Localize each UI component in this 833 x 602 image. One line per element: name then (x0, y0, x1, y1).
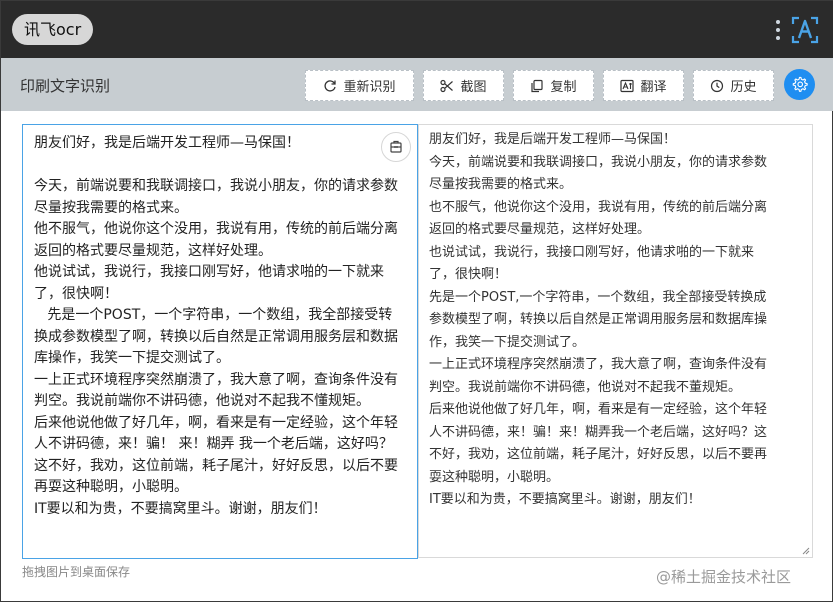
watermark: @稀土掘金技术社区 (656, 568, 792, 586)
translate-label: 翻译 (640, 80, 667, 95)
app-window: 讯飞ocr 印刷文字识别 重新识别 截图 复制 翻译 历史 朋友们好，我是后端开… (0, 0, 833, 602)
rerecognize-label: 重新识别 (343, 80, 396, 95)
source-text[interactable]: 朋友们好，我是后端开发工程师—马保国！ 今天，前端说要和我联调接口，我说小朋友，… (34, 133, 404, 520)
scissors-icon (440, 79, 454, 92)
rerecognize-button[interactable]: 重新识别 (305, 70, 414, 101)
copy-icon (531, 79, 544, 92)
page-title: 印刷文字识别 (20, 77, 111, 95)
toolbar: 印刷文字识别 重新识别 截图 复制 翻译 历史 (1, 58, 833, 111)
source-text-editor[interactable]: 朋友们好，我是后端开发工程师—马保国！ 今天，前端说要和我联调接口，我说小朋友，… (22, 124, 418, 559)
screenshot-button[interactable]: 截图 (423, 70, 504, 101)
history-button[interactable]: 历史 (693, 70, 774, 101)
refresh-icon (324, 79, 337, 92)
translate-icon (620, 79, 635, 92)
kebab-menu-icon[interactable] (773, 18, 783, 42)
gear-icon (792, 76, 808, 92)
result-text[interactable]: 朋友们好，我是后端开发工程师—马保国！ 今天，前端说要和我联调接口，我说小朋友，… (429, 129, 779, 512)
settings-button[interactable] (784, 69, 815, 100)
screenshot-label: 截图 (460, 80, 487, 95)
clipboard-icon (390, 140, 402, 153)
title-bar: 讯飞ocr (1, 1, 833, 58)
resize-handle-icon[interactable] (801, 546, 810, 555)
drag-hint: 拖拽图片到桌面保存 (22, 565, 131, 579)
font-a-icon[interactable] (790, 15, 820, 45)
copy-button[interactable]: 复制 (513, 70, 594, 101)
app-title[interactable]: 讯飞ocr (12, 14, 94, 45)
history-label: 历史 (730, 80, 757, 95)
copy-text-button[interactable] (381, 132, 411, 162)
clock-icon (711, 79, 724, 92)
copy-label: 复制 (550, 80, 577, 95)
translate-button[interactable]: 翻译 (603, 70, 684, 101)
result-textarea[interactable]: 朋友们好，我是后端开发工程师—马保国！ 今天，前端说要和我联调接口，我说小朋友，… (418, 124, 813, 558)
